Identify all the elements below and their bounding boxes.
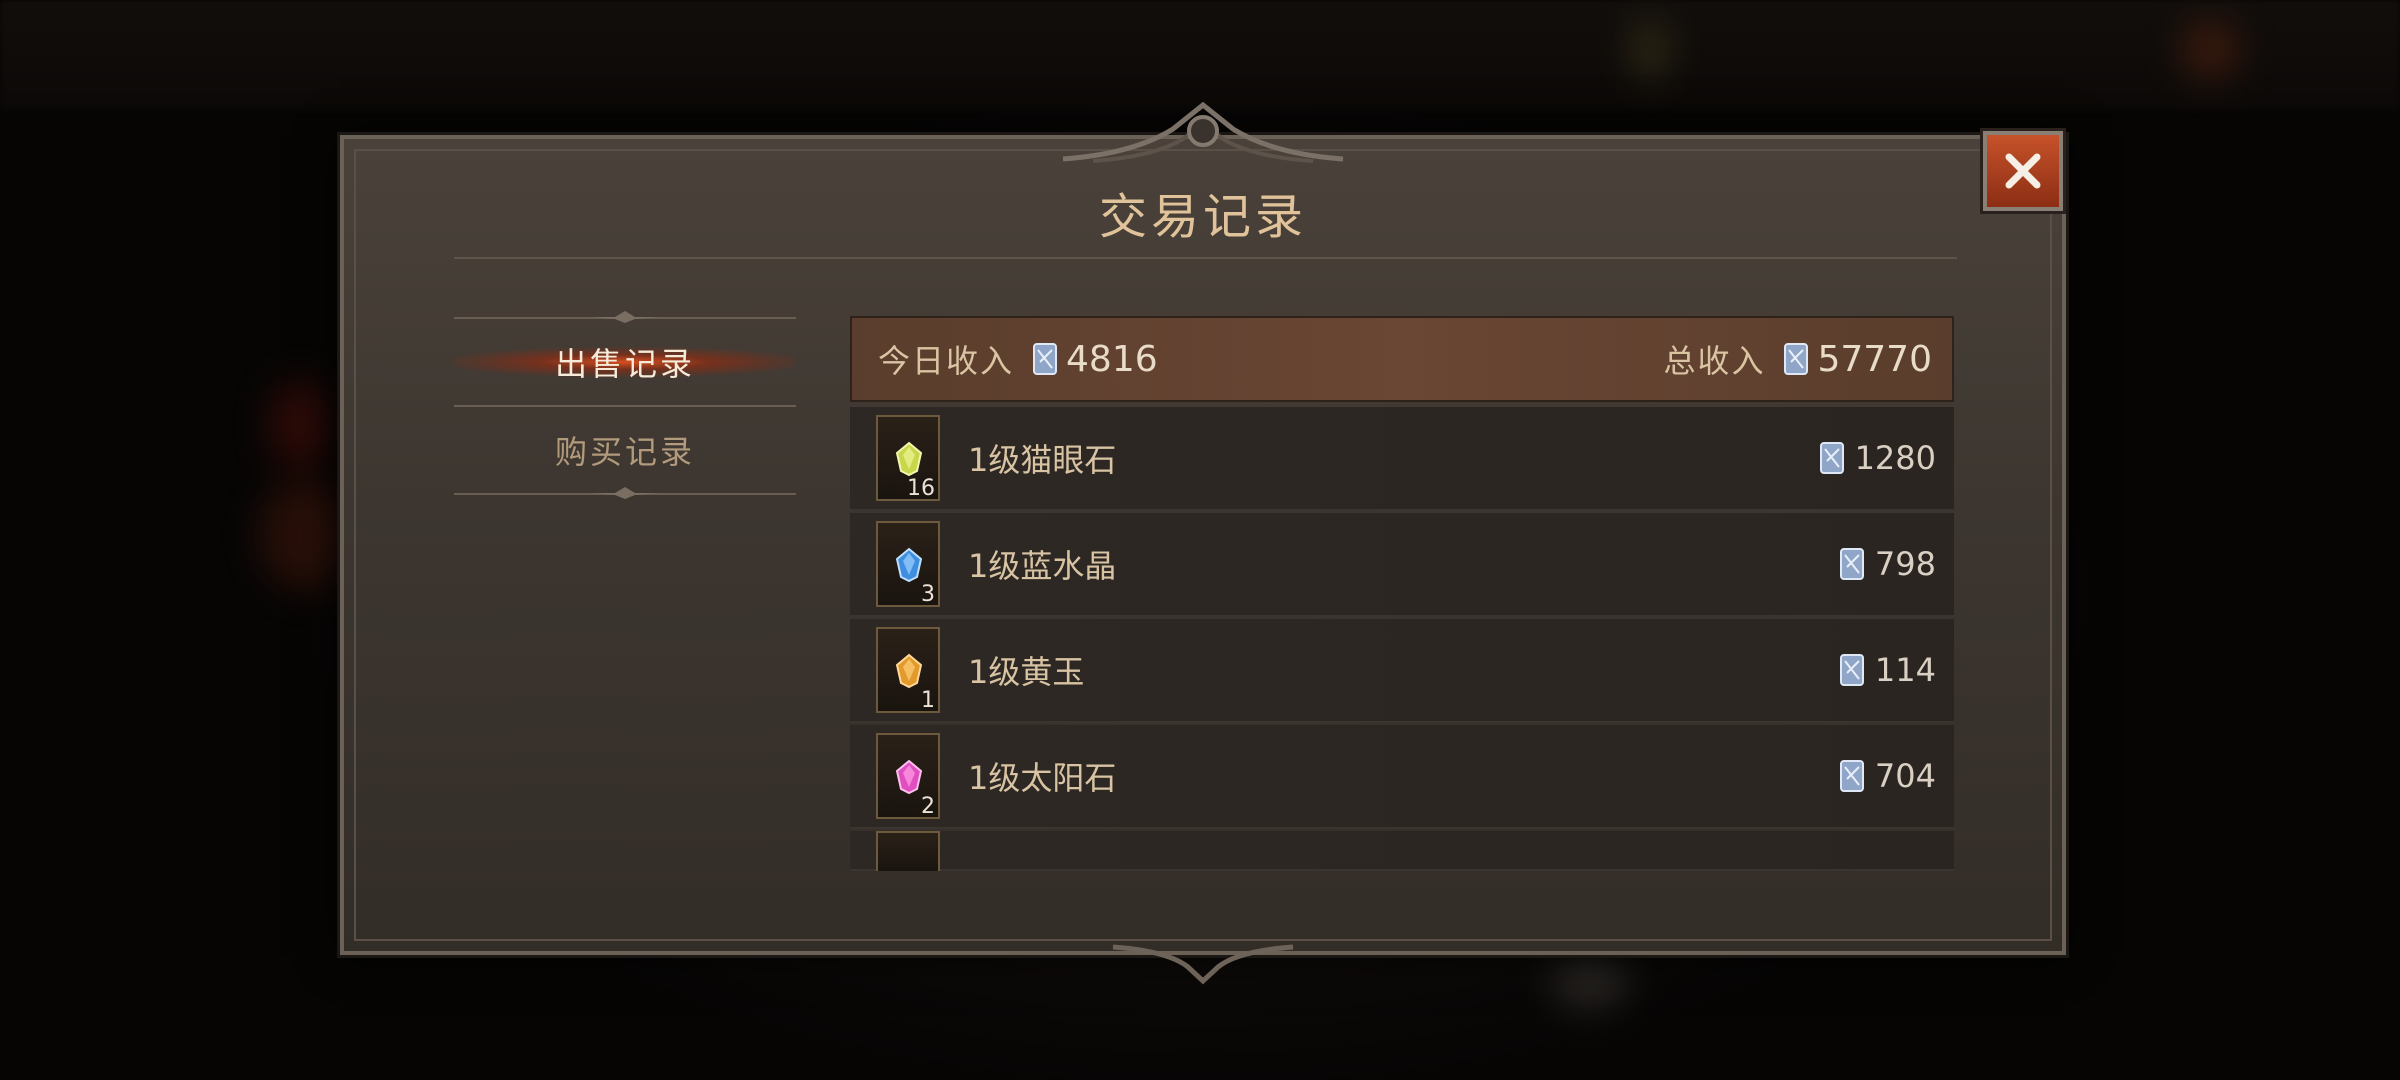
item-name: 1级太阳石: [968, 759, 1117, 797]
tab-purchase-records[interactable]: 购买记录: [454, 407, 796, 493]
item-price-value: 704: [1874, 757, 1936, 795]
trade-record-dialog: 交易记录 出售记录 购买记录 今日收入 4816 总收入 57770 16 1级…: [340, 101, 2066, 985]
close-button[interactable]: [1983, 131, 2063, 211]
crystal-icon: [1839, 654, 1864, 686]
sapphire-gem-icon: [895, 547, 923, 583]
close-icon: [2005, 153, 2041, 189]
item-quantity: 2: [921, 794, 935, 819]
sale-record-list[interactable]: 16 1级猫眼石 1280 3 1级蓝水晶 798 1 1级黄玉 114 2 1…: [850, 407, 1954, 872]
total-income-label: 总收入: [1663, 342, 1766, 380]
today-income: 今日收入 4816: [878, 336, 1158, 382]
item-price: 798: [1839, 545, 1936, 583]
crystal-icon: [1839, 548, 1864, 580]
dialog-title: 交易记录: [1098, 189, 1307, 245]
item-slot: 2: [876, 733, 940, 819]
item-slot: 16: [876, 415, 940, 501]
item-quantity: 16: [907, 476, 935, 501]
divider-ornament-icon: [590, 487, 660, 499]
item-quantity: 3: [921, 582, 935, 607]
income-summary-bar: 今日收入 4816 总收入 57770: [850, 316, 1954, 402]
crystal-icon: [1819, 442, 1844, 474]
item-name: 1级猫眼石: [968, 441, 1117, 479]
record-tabs: 出售记录 购买记录: [454, 311, 796, 499]
total-income-value: 57770: [1817, 338, 1932, 380]
today-income-label: 今日收入: [878, 342, 1015, 380]
crest-ornament-icon: [1062, 101, 1344, 163]
title-divider: [454, 257, 1957, 259]
cats-eye-gem-icon: [895, 441, 923, 477]
item-slot: [876, 831, 940, 871]
item-slot: 3: [876, 521, 940, 607]
crystal-icon: [1784, 343, 1809, 375]
list-item[interactable]: 1 1级黄玉 114: [850, 619, 1954, 723]
list-item[interactable]: 3 1级蓝水晶 798: [850, 513, 1954, 617]
item-name: 1级蓝水晶: [968, 547, 1117, 585]
item-price: 1280: [1819, 439, 1936, 477]
total-income: 总收入 57770: [1663, 336, 1932, 382]
crystal-icon: [1839, 760, 1864, 792]
tab-divider-bottom: [454, 487, 796, 499]
list-item[interactable]: 16 1级猫眼石 1280: [850, 407, 1954, 511]
tab-sale-records[interactable]: 出售记录: [454, 319, 796, 405]
sunstone-gem-icon: [895, 759, 923, 795]
today-income-value: 4816: [1066, 338, 1158, 380]
item-quantity: 1: [921, 688, 935, 713]
list-item-partial[interactable]: [850, 831, 1954, 871]
bottom-ornament-icon: [1112, 944, 1294, 985]
list-item[interactable]: 2 1级太阳石 704: [850, 725, 1954, 829]
item-price: 704: [1839, 757, 1936, 795]
item-price-value: 114: [1874, 651, 1936, 689]
item-price-value: 1280: [1854, 439, 1936, 477]
item-price-value: 798: [1874, 545, 1936, 583]
topaz-gem-icon: [895, 653, 923, 689]
crystal-icon: [1033, 343, 1058, 375]
item-name: 1级黄玉: [968, 653, 1085, 691]
item-price: 114: [1839, 651, 1936, 689]
item-slot: 1: [876, 627, 940, 713]
